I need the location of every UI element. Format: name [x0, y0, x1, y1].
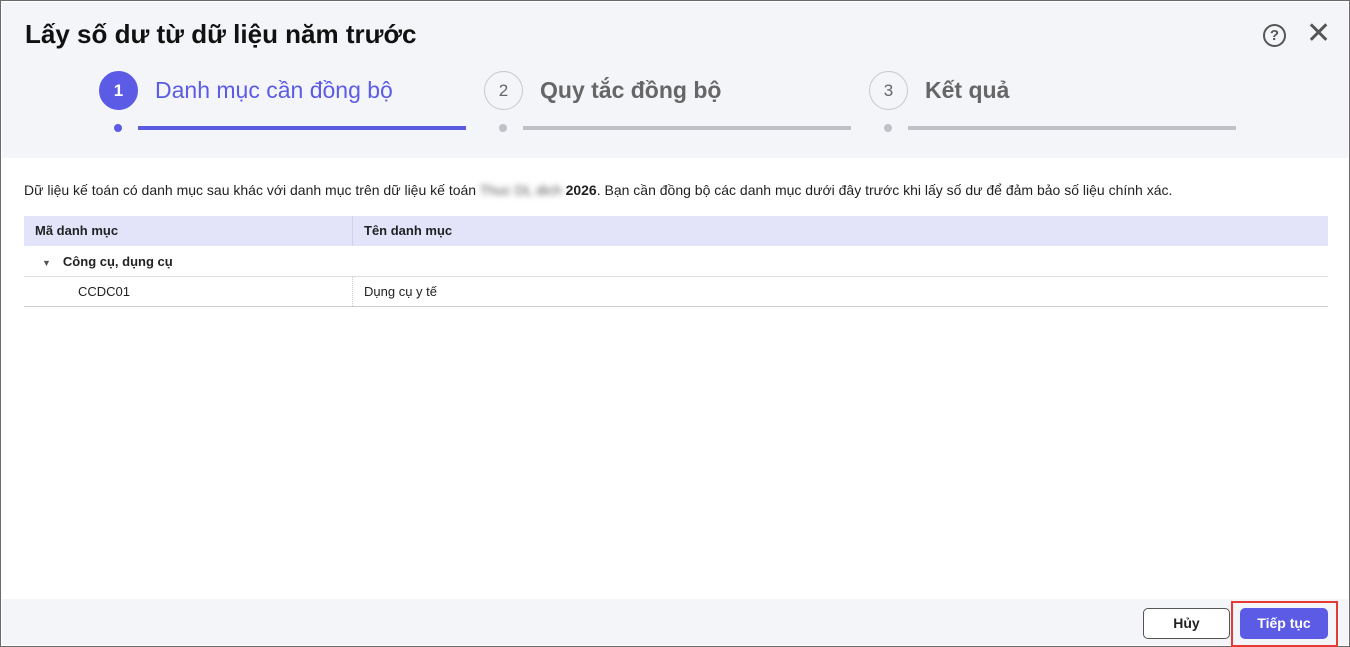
step-1: 1 Danh mục cần đồng bộ [99, 70, 393, 110]
table-header: Mã danh mục Tên danh mục [24, 216, 1328, 246]
description-text: Dữ liệu kế toán có danh mục sau khác với… [24, 182, 480, 198]
step-label: Kết quả [925, 76, 1010, 103]
cancel-button[interactable]: Hủy [1143, 608, 1230, 639]
description: Dữ liệu kế toán có danh mục sau khác với… [24, 182, 1172, 198]
step-3-dot [884, 124, 892, 132]
cell-code: CCDC01 [24, 277, 353, 306]
step-3: 3 Kết quả [869, 70, 1009, 110]
step-label: Quy tắc đồng bộ [540, 76, 722, 103]
step-number: 3 [869, 70, 908, 110]
group-name: Công cụ, dụng cụ [62, 254, 173, 269]
step-2-progress [523, 126, 851, 130]
group-row[interactable]: ▼ Công cụ, dụng cụ [24, 246, 1328, 277]
blurred-database-name: Thuc DL dich [479, 182, 562, 198]
cell-name: Dụng cụ y tế [364, 284, 437, 299]
dialog: Lấy số dư từ dữ liệu năm trước ? ✕ 1 Dan… [0, 0, 1350, 647]
help-icon[interactable]: ? [1263, 24, 1286, 47]
step-number: 2 [484, 70, 523, 110]
step-number: 1 [99, 70, 138, 110]
step-2: 2 Quy tắc đồng bộ [484, 70, 721, 110]
close-icon[interactable]: ✕ [1306, 19, 1331, 49]
description-text-end: . Bạn cần đồng bộ các danh mục dưới đây … [596, 182, 1173, 198]
category-table: Mã danh mục Tên danh mục ▼ Công cụ, dụng … [24, 216, 1328, 307]
dialog-title: Lấy số dư từ dữ liệu năm trước [25, 19, 417, 49]
step-1-progress [138, 126, 466, 130]
highlight-box [1231, 601, 1338, 647]
column-header-code: Mã danh mục [24, 216, 353, 246]
step-1-dot [114, 124, 122, 132]
step-label: Danh mục cần đồng bộ [155, 76, 393, 103]
description-year: 2026 [565, 182, 597, 198]
table-row[interactable]: CCDC01 Dụng cụ y tế [24, 277, 1328, 307]
column-header-name: Tên danh mục [364, 223, 453, 238]
collapse-triangle-icon[interactable]: ▼ [42, 258, 51, 268]
step-3-progress [908, 126, 1236, 130]
step-2-dot [499, 124, 507, 132]
